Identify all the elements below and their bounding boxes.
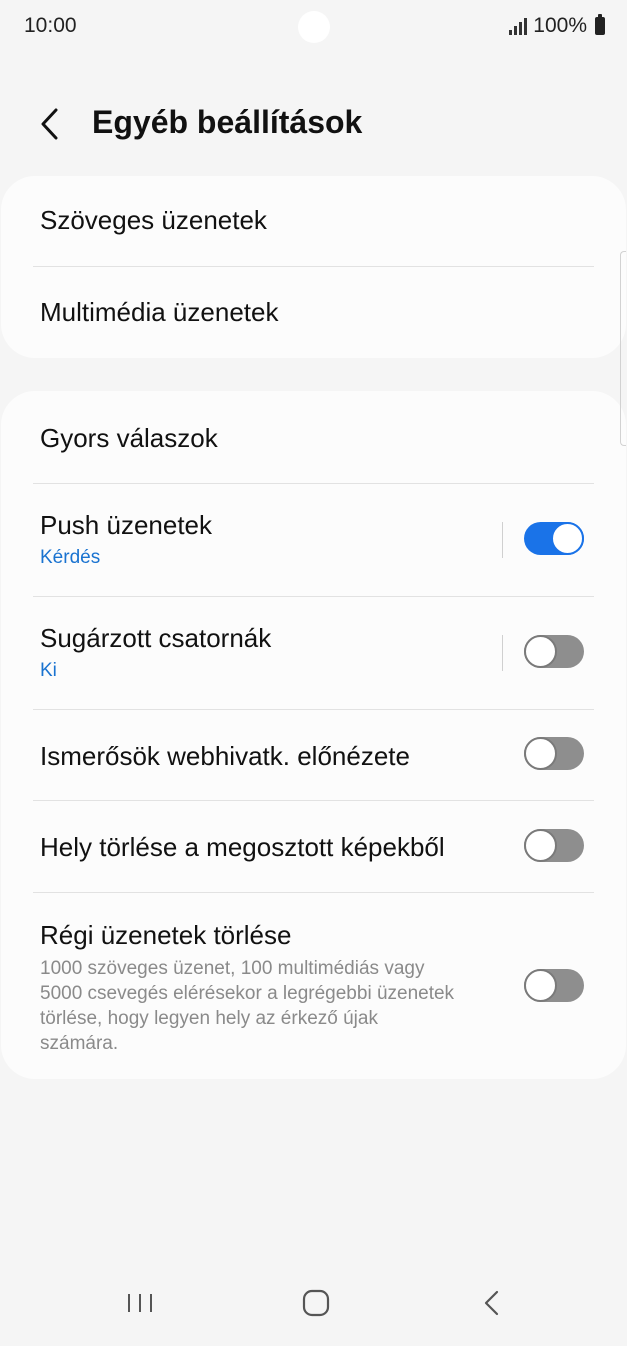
delete-old-messages-toggle[interactable] [524, 969, 584, 1002]
list-item-link-preview[interactable]: Ismerősök webhivatk. előnézete [1, 710, 626, 800]
status-bar: 10:00 100% [0, 0, 627, 56]
list-item-multimedia-messages[interactable]: Multimédia üzenetek [1, 267, 626, 358]
page-title: Egyéb beállítások [92, 104, 363, 140]
broadcast-channels-toggle[interactable] [524, 635, 584, 668]
other-settings-card: Gyors válaszok Push üzenetek Kérdés Sugá… [1, 391, 626, 1079]
list-item-label: Sugárzott csatornák [40, 623, 272, 653]
list-item-quick-replies[interactable]: Gyors válaszok [1, 391, 626, 483]
list-item-label: Szöveges üzenetek [40, 205, 267, 235]
battery-icon [595, 14, 605, 35]
list-item-label: Régi üzenetek törlése [40, 920, 292, 950]
signal-icon [509, 17, 528, 35]
list-item-label: Gyors válaszok [40, 423, 218, 453]
vertical-separator [502, 522, 503, 558]
link-preview-toggle[interactable] [524, 737, 584, 770]
app-bar: Egyéb beállítások [0, 96, 627, 152]
list-item-label: Multimédia üzenetek [40, 297, 279, 327]
list-item-push-messages[interactable]: Push üzenetek Kérdés [1, 484, 626, 596]
list-item-subtitle: Ki [40, 660, 57, 681]
list-item-delete-old-messages[interactable]: Régi üzenetek törlése 1000 szöveges üzen… [1, 893, 626, 1079]
toggle-knob [524, 969, 557, 1002]
recents-icon [128, 1294, 152, 1312]
status-icons: 100% [509, 14, 605, 38]
battery-percentage: 100% [533, 14, 587, 37]
list-item-label: Hely törlése a megosztott képekből [40, 832, 445, 862]
toggle-knob [524, 635, 557, 668]
list-item-description: 1000 szöveges üzenet, 100 multimédiás va… [40, 958, 455, 1054]
home-button[interactable] [286, 1278, 346, 1328]
back-button[interactable] [34, 104, 70, 144]
list-item-remove-location[interactable]: Hely törlése a megosztott képekből [1, 801, 626, 892]
nav-back-button[interactable] [462, 1278, 522, 1328]
nav-back-icon [484, 1290, 499, 1316]
push-messages-toggle[interactable] [524, 522, 584, 555]
messages-settings-card: Szöveges üzenetek Multimédia üzenetek [1, 176, 626, 358]
status-time: 10:00 [24, 14, 77, 37]
list-item-text-messages[interactable]: Szöveges üzenetek [1, 176, 626, 267]
home-icon [302, 1289, 330, 1317]
vertical-separator [502, 635, 503, 671]
recents-button[interactable] [110, 1278, 170, 1328]
toggle-knob [551, 522, 584, 555]
toggle-knob [524, 737, 557, 770]
remove-location-toggle[interactable] [524, 829, 584, 862]
list-item-subtitle: Kérdés [40, 547, 101, 568]
camera-cutout [298, 11, 330, 43]
list-item-label: Push üzenetek [40, 510, 213, 540]
list-item-label: Ismerősök webhivatk. előnézete [40, 741, 410, 771]
scroll-indicator[interactable] [620, 251, 626, 446]
navigation-bar [0, 1266, 627, 1346]
toggle-knob [524, 829, 557, 862]
list-item-broadcast-channels[interactable]: Sugárzott csatornák Ki [1, 597, 626, 709]
chevron-left-icon [41, 108, 58, 140]
